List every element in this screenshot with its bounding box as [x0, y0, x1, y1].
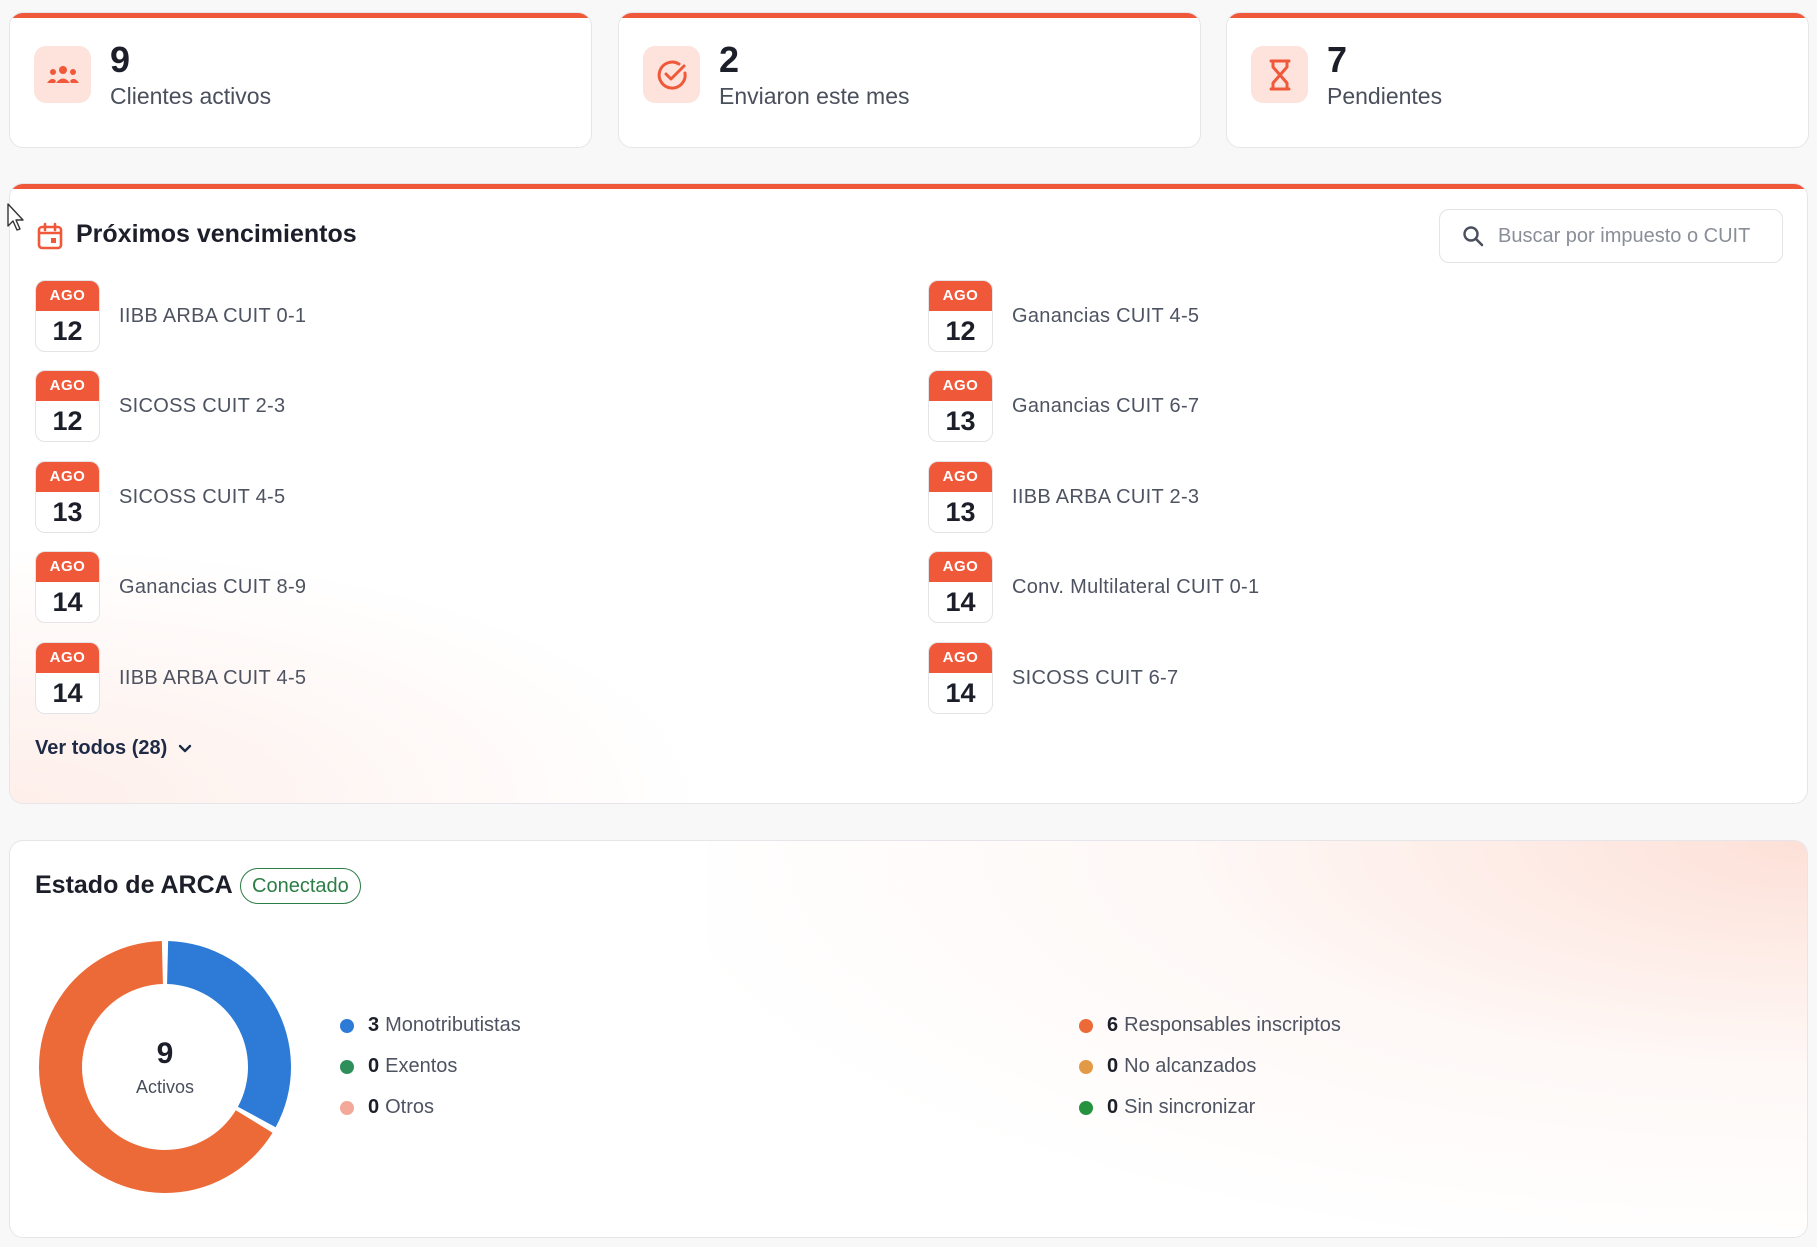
- check-circle-icon: [643, 46, 700, 103]
- deadline-name: Conv. Multilateral CUIT 0-1: [1012, 575, 1260, 598]
- legend-left: 3 Monotributistas 0 Exentos 0 Otros: [340, 1005, 521, 1128]
- deadline-item[interactable]: AGO 14 Conv. Multilateral CUIT 0-1: [928, 551, 1259, 623]
- deadline-name: SICOSS CUIT 4-5: [119, 485, 286, 508]
- chevron-down-icon: [179, 744, 192, 752]
- stat-label: Clientes activos: [110, 83, 272, 109]
- deadline-item[interactable]: AGO 14 Ganancias CUIT 8-9: [35, 551, 306, 623]
- stat-value: 9: [110, 39, 131, 80]
- deadline-name: Ganancias CUIT 6-7: [1012, 394, 1200, 417]
- legend-dot: [340, 1100, 354, 1115]
- stat-value: 2: [719, 39, 740, 80]
- deadline-name: IIBB ARBA CUIT 0-1: [119, 304, 307, 327]
- date-badge: AGO 12: [928, 280, 993, 352]
- users-icon: [34, 46, 91, 103]
- legend-item: 0 No alcanzados: [1079, 1046, 1341, 1087]
- mouse-cursor-icon: [7, 203, 24, 231]
- stat-card-active-clients: 9 Clientes activos: [9, 12, 592, 148]
- calendar-icon: [37, 222, 63, 255]
- legend-item: 6 Responsables inscriptos: [1079, 1005, 1341, 1046]
- date-badge: AGO 13: [928, 370, 993, 442]
- deadline-name: Ganancias CUIT 8-9: [119, 575, 307, 598]
- status-badge: Conectado: [240, 868, 361, 904]
- search-input[interactable]: [1498, 224, 1768, 248]
- deadline-name: SICOSS CUIT 2-3: [119, 394, 286, 417]
- stat-value: 7: [1327, 39, 1348, 80]
- stat-label: Pendientes: [1327, 83, 1443, 109]
- search-icon: [1463, 226, 1484, 247]
- legend-dot: [340, 1059, 354, 1074]
- legend-item: 3 Monotributistas: [340, 1005, 521, 1046]
- deadline-name: SICOSS CUIT 6-7: [1012, 666, 1179, 689]
- deadlines-card: Próximos vencimientos AGO 12 IIBB ARBA C…: [9, 183, 1808, 804]
- date-badge: AGO 14: [35, 551, 100, 623]
- date-badge: AGO 14: [35, 642, 100, 714]
- date-badge: AGO 12: [35, 370, 100, 442]
- date-badge: AGO 13: [928, 461, 993, 533]
- stat-card-pending: 7 Pendientes: [1226, 12, 1809, 148]
- deadline-item[interactable]: AGO 12 IIBB ARBA CUIT 0-1: [35, 280, 306, 352]
- deadline-item[interactable]: AGO 12 Ganancias CUIT 4-5: [928, 280, 1199, 352]
- donut-total: 9: [156, 1036, 174, 1070]
- deadline-item[interactable]: AGO 14 SICOSS CUIT 6-7: [928, 642, 1178, 714]
- legend-dot: [1079, 1100, 1093, 1115]
- deadline-item[interactable]: AGO 13 SICOSS CUIT 4-5: [35, 461, 285, 533]
- legend-item: 0 Sin sincronizar: [1079, 1087, 1341, 1128]
- date-badge: AGO 12: [35, 280, 100, 352]
- deadline-item[interactable]: AGO 13 IIBB ARBA CUIT 2-3: [928, 461, 1199, 533]
- date-badge: AGO 14: [928, 551, 993, 623]
- deadline-item[interactable]: AGO 14 IIBB ARBA CUIT 4-5: [35, 642, 306, 714]
- deadline-name: IIBB ARBA CUIT 2-3: [1012, 485, 1200, 508]
- deadline-item[interactable]: AGO 13 Ganancias CUIT 6-7: [928, 370, 1199, 442]
- legend-item: 0 Exentos: [340, 1046, 521, 1087]
- legend-item: 0 Otros: [340, 1087, 521, 1128]
- legend-right: 6 Responsables inscriptos 0 No alcanzado…: [1079, 1005, 1341, 1128]
- stat-label: Enviaron este mes: [719, 83, 910, 109]
- search-box[interactable]: [1439, 209, 1783, 263]
- deadline-name: Ganancias CUIT 4-5: [1012, 304, 1200, 327]
- legend-dot: [1079, 1018, 1093, 1033]
- legend-dot: [340, 1018, 354, 1033]
- date-badge: AGO 14: [928, 642, 993, 714]
- arca-status-card: Estado de ARCA Conectado 9 Activos 3 Mon…: [9, 840, 1808, 1238]
- see-all-label: Ver todos (28): [35, 737, 168, 759]
- donut-total-label: Activos: [135, 1076, 195, 1097]
- hourglass-icon: [1251, 46, 1308, 103]
- arca-title: Estado de ARCA: [35, 871, 233, 899]
- stat-card-sent-this-month: 2 Enviaron este mes: [618, 12, 1201, 148]
- donut-center: 9 Activos: [35, 937, 295, 1197]
- date-badge: AGO 13: [35, 461, 100, 533]
- deadlines-title: Próximos vencimientos: [76, 220, 357, 248]
- legend-dot: [1079, 1059, 1093, 1074]
- see-all-button[interactable]: Ver todos (28): [35, 737, 193, 760]
- deadline-item[interactable]: AGO 12 SICOSS CUIT 2-3: [35, 370, 285, 442]
- deadline-name: IIBB ARBA CUIT 4-5: [119, 666, 307, 689]
